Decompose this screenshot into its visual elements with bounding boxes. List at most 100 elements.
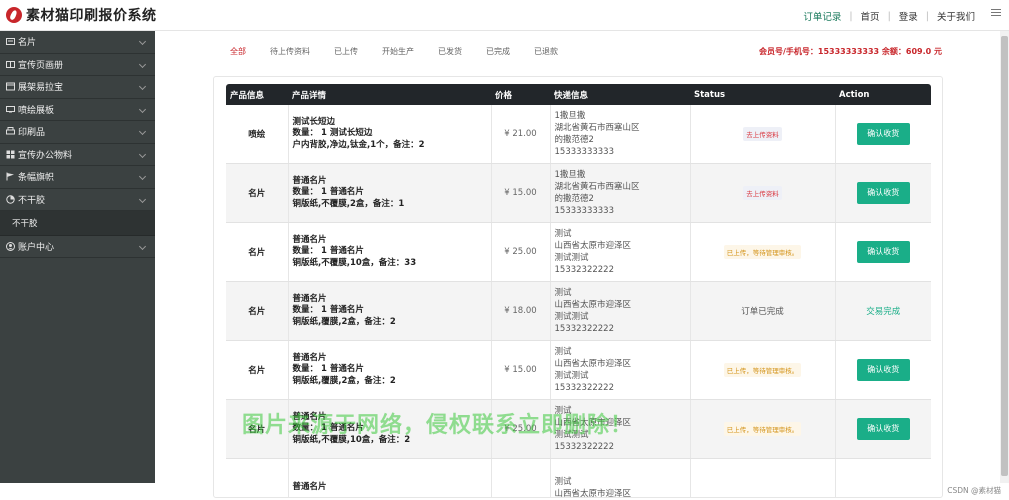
sidebar-subitem-sticker[interactable]: 不干胶: [0, 211, 155, 236]
page-scrollbar[interactable]: [1000, 31, 1009, 483]
filter-pending-upload[interactable]: 待上传资料: [270, 46, 310, 57]
filter-uploaded[interactable]: 已上传: [334, 46, 358, 57]
action-cell: 确认收货: [835, 399, 931, 459]
shipping-phone: 15332322222: [554, 324, 615, 334]
shipping-info: 测试 山西省太原市迎泽区 测试测试 15332322222: [550, 281, 691, 341]
product-spec: 铜版纸,不覆膜,10盒，备注：33: [292, 257, 417, 268]
product-category: [226, 458, 289, 497]
filter-shipped[interactable]: 已发货: [438, 46, 462, 57]
shipping-phone: 15332322222: [554, 442, 615, 452]
filter-all[interactable]: 全部: [230, 46, 246, 57]
nav-about[interactable]: 关于我们: [937, 9, 975, 23]
product-name: 普通名片: [292, 293, 327, 304]
sidebar-item-office-material[interactable]: 宣传办公物料: [0, 144, 155, 166]
table-row: 名片 普通名片 数量： 1 普通名片 铜版纸,覆膜,2盒，备注：2 ¥ 15.00 测试山…: [226, 340, 931, 400]
sidebar-item-prints[interactable]: 印刷品: [0, 121, 155, 144]
scrollbar-thumb[interactable]: [1001, 36, 1008, 476]
product-category: 名片: [226, 281, 289, 341]
user-icon: [6, 242, 15, 251]
nav-login[interactable]: 登录: [899, 9, 918, 23]
chevron-down-icon: [138, 150, 147, 158]
shipping-info: 1撒旦撒 湖北省黄石市西塞山区 的撒范德2 15333333333: [550, 163, 691, 223]
trade-complete-link[interactable]: 交易完成: [866, 307, 900, 317]
shipping-info: 测试 山西省太原市迎泽区 测试测试 15332322222: [550, 222, 691, 282]
filter-in-production[interactable]: 开始生产: [382, 46, 414, 57]
product-quantity: 数量： 1 普通名片: [292, 305, 364, 316]
status-cell: 已上传，等待管理审核。: [690, 340, 836, 400]
flag-icon: [6, 172, 15, 181]
confirm-receipt-button[interactable]: 确认收货: [856, 418, 910, 440]
shipping-phone: 15332322222: [554, 383, 615, 393]
display-icon: [6, 82, 15, 91]
product-name: 测试长短边: [292, 116, 336, 127]
price: ¥ 15.00: [491, 340, 551, 400]
shipping-region: 山西省太原市迎泽区: [554, 489, 632, 498]
action-cell: 确认收货: [835, 163, 931, 223]
sidebar-item-sticker[interactable]: 不干胶: [0, 189, 155, 211]
status-cell: [690, 458, 836, 497]
logo-mark-icon: [6, 7, 22, 23]
shipping-region: 湖北省黄石市西塞山区: [554, 123, 640, 133]
shipping-phone: 15333333333: [554, 206, 615, 216]
product-quantity: 数量： 1 普通名片: [292, 187, 364, 198]
product-quantity: 数量： 1 普通名片: [292, 364, 364, 375]
sidebar: 名片 宣传页画册 展架易拉宝 喷绘展板 印刷品 宣传办公物料 条幅旗帜 不干胶 …: [0, 31, 155, 483]
product-quantity: 数量： 1 测试长短边: [292, 128, 373, 139]
sidebar-item-label: 印刷品: [18, 128, 46, 139]
confirm-receipt-button[interactable]: 确认收货: [856, 123, 910, 145]
column-header: Action: [835, 84, 931, 105]
shipping-phone: 15332322222: [554, 265, 615, 275]
shipping-address: 测试测试: [554, 312, 589, 322]
shipping-region: 山西省太原市迎泽区: [554, 300, 632, 310]
filter-completed[interactable]: 已完成: [486, 46, 510, 57]
product-spec: 铜版纸,覆膜,2盒，备注：2: [292, 375, 396, 386]
logo[interactable]: 素材猫印刷报价系统: [6, 6, 157, 24]
menu-toggle-icon[interactable]: [991, 9, 1001, 17]
confirm-receipt-button[interactable]: 确认收货: [856, 359, 910, 381]
product-detail: 普通名片: [288, 458, 492, 497]
shipping-info: 测试 山西省太原市迎泽区 测试测试 15332322222: [550, 340, 691, 400]
sticker-icon: [6, 195, 15, 204]
sidebar-item-label: 展架易拉宝: [18, 83, 64, 94]
filter-refunded[interactable]: 已退款: [534, 46, 558, 57]
footer-credit: CSDN @素材猫: [947, 486, 1001, 495]
product-detail: 普通名片 数量： 1 普通名片 铜版纸,不覆膜,10盒，备注：33: [288, 222, 492, 282]
shipping-name: 1撒旦撒: [554, 111, 586, 121]
shipping-address: 的撒范德2: [554, 194, 594, 204]
price: [491, 458, 551, 497]
upload-status-badge[interactable]: 去上传资料: [743, 127, 782, 141]
top-header: 素材猫印刷报价系统 订单记录 | 首页 | 登录 | 关于我们: [0, 0, 1009, 31]
confirm-receipt-button[interactable]: 确认收货: [856, 182, 910, 204]
chevron-down-icon: [138, 242, 147, 251]
nav-separator: |: [849, 10, 853, 22]
sidebar-item-account[interactable]: 账户中心: [0, 236, 155, 258]
sidebar-item-brochure[interactable]: 宣传页画册: [0, 54, 155, 76]
product-detail: 普通名片 数量： 1 普通名片 铜版纸,覆膜,2盒，备注：2: [288, 340, 492, 400]
sidebar-item-label: 宣传办公物料: [18, 150, 73, 161]
status-cell: 已上传，等待管理审核。: [690, 222, 836, 282]
product-category: 名片: [226, 163, 289, 223]
upload-status-badge[interactable]: 去上传资料: [743, 186, 782, 200]
product-detail: 普通名片 数量： 1 普通名片 铜版纸,覆膜,2盒，备注：2: [288, 281, 492, 341]
product-category: 喷绘: [226, 105, 289, 164]
chevron-down-icon: [138, 127, 147, 136]
table-row: 普通名片 测试 山西省太原市迎泽区: [226, 458, 931, 498]
sidebar-item-spray-board[interactable]: 喷绘展板: [0, 99, 155, 121]
confirm-receipt-button[interactable]: 确认收货: [856, 241, 910, 263]
action-cell: 交易完成: [835, 281, 931, 341]
nav-home[interactable]: 首页: [861, 9, 880, 23]
action-cell: 确认收货: [835, 340, 931, 400]
product-category: 名片: [226, 340, 289, 400]
shipping-phone: 15333333333: [554, 147, 615, 157]
shipping-name: 测试: [554, 229, 572, 239]
card-icon: [6, 37, 15, 46]
nav-order-records[interactable]: 订单记录: [803, 9, 841, 23]
sidebar-item-banner[interactable]: 条幅旗帜: [0, 166, 155, 189]
review-status-badge: 已上传，等待管理审核。: [723, 363, 802, 377]
sidebar-item-label: 不干胶: [18, 195, 46, 206]
sidebar-item-business-card[interactable]: 名片: [0, 31, 155, 54]
product-name: 普通名片: [292, 175, 327, 186]
chevron-down-icon: [138, 105, 147, 113]
sidebar-item-display-stand[interactable]: 展架易拉宝: [0, 76, 155, 99]
shipping-region: 山西省太原市迎泽区: [554, 241, 632, 251]
